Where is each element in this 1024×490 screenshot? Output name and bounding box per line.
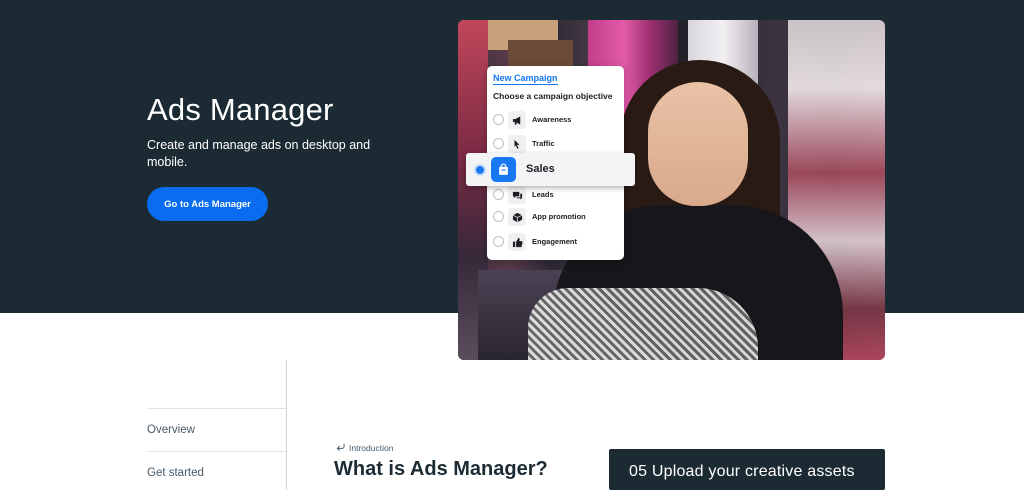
step-card-label: 05 Upload your creative assets <box>629 463 855 480</box>
objective-option-leads[interactable]: Leads <box>493 186 618 204</box>
megaphone-icon <box>508 111 526 129</box>
radio-button[interactable] <box>493 114 504 125</box>
cursor-icon <box>508 135 526 153</box>
section-eyebrow: Introduction <box>336 443 393 453</box>
section-title: What is Ads Manager? <box>334 458 548 480</box>
thumbs-up-icon <box>508 233 526 251</box>
option-label: Awareness <box>532 115 572 124</box>
radio-button[interactable] <box>493 189 504 200</box>
card-title: New Campaign <box>493 73 558 85</box>
side-nav-item-overview[interactable]: Overview <box>147 424 195 436</box>
arrow-return-icon <box>336 443 345 453</box>
shopping-bag-icon <box>491 157 516 182</box>
nav-divider-vertical <box>286 360 287 490</box>
side-nav-item-get-started[interactable]: Get started <box>147 467 204 479</box>
radio-button[interactable] <box>493 211 504 222</box>
card-subtitle: Choose a campaign objective <box>493 91 613 101</box>
option-label: Leads <box>532 190 554 199</box>
radio-button-selected[interactable] <box>474 164 486 176</box>
objective-option-traffic[interactable]: Traffic <box>493 135 618 153</box>
hero-subtitle: Create and manage ads on desktop and mob… <box>147 138 371 169</box>
nav-divider <box>147 451 286 452</box>
radio-button[interactable] <box>493 236 504 247</box>
objective-option-awareness[interactable]: Awareness <box>493 111 618 129</box>
objective-option-sales[interactable]: Sales <box>466 153 635 186</box>
option-label: Traffic <box>532 139 555 148</box>
option-label: App promotion <box>532 212 586 221</box>
go-to-ads-manager-button[interactable]: Go to Ads Manager <box>147 187 268 221</box>
option-label: Sales <box>526 163 555 175</box>
page-title: Ads Manager <box>147 92 334 127</box>
nav-divider <box>147 408 286 409</box>
eyebrow-label: Introduction <box>349 443 394 453</box>
objective-option-engagement[interactable]: Engagement <box>493 233 618 251</box>
objective-option-app-promotion[interactable]: App promotion <box>493 208 618 226</box>
chat-bubbles-icon <box>508 186 526 204</box>
step-card-upload[interactable]: 05 Upload your creative assets <box>609 449 885 490</box>
radio-button[interactable] <box>493 138 504 149</box>
box-icon <box>508 208 526 226</box>
photo-fabric <box>528 288 758 360</box>
photo-person-face <box>648 82 748 206</box>
option-label: Engagement <box>532 237 578 246</box>
